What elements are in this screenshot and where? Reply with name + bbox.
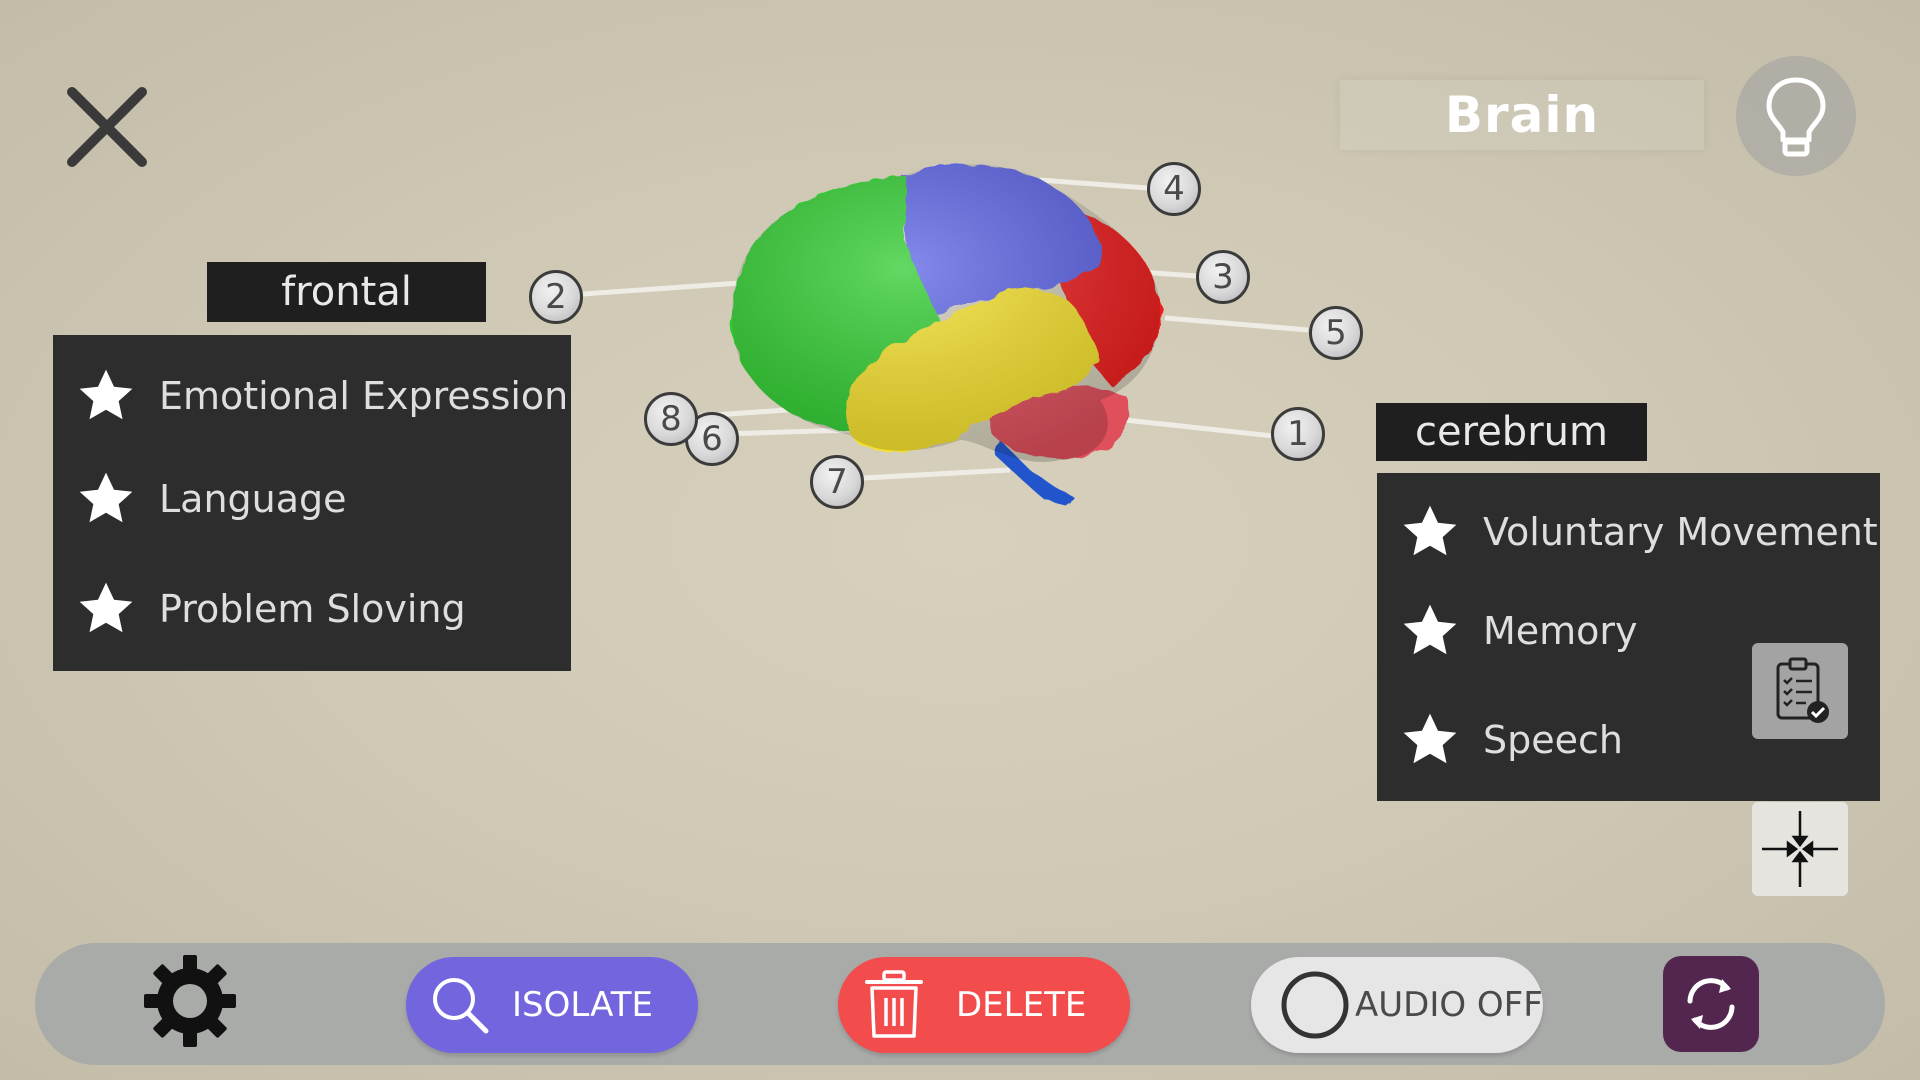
list-item: Memory (1399, 600, 1638, 662)
delete-label: DELETE (956, 985, 1087, 1025)
pin-3[interactable]: 3 (1196, 250, 1250, 304)
pin-8[interactable]: 8 (644, 392, 698, 446)
item-label: Language (159, 477, 347, 521)
trash-icon (865, 970, 923, 1038)
star-icon (1403, 713, 1457, 764)
rotate-button[interactable] (1663, 956, 1759, 1052)
list-item: Language (75, 468, 347, 530)
clipboard-button[interactable] (1752, 643, 1848, 739)
list-item: Speech (1399, 709, 1623, 771)
search-icon (433, 978, 489, 1034)
toggle-circle-icon (1281, 971, 1349, 1039)
list-item: Problem Sloving (75, 578, 466, 640)
frontal-info-panel: Emotional Expression Language Problem Sl… (53, 335, 571, 671)
isolate-label: ISOLATE (512, 985, 653, 1025)
pin-7[interactable]: 7 (810, 455, 864, 509)
compress-arrows-icon (1762, 811, 1838, 887)
star-icon (79, 369, 133, 420)
isolate-button[interactable]: ISOLATE (406, 957, 698, 1053)
settings-button[interactable] (140, 951, 240, 1051)
audio-label: AUDIO OFF (1355, 985, 1543, 1025)
delete-button[interactable]: DELETE (838, 957, 1130, 1053)
star-icon (1403, 505, 1457, 556)
star-icon (1403, 604, 1457, 655)
cerebrum-heading: cerebrum (1376, 403, 1647, 461)
gear-icon (144, 955, 236, 1047)
item-label: Speech (1483, 718, 1623, 762)
item-label: Memory (1483, 609, 1638, 653)
star-icon (79, 472, 133, 523)
pin-4[interactable]: 4 (1147, 162, 1201, 216)
star-icon (79, 582, 133, 633)
rotate-icon (1687, 978, 1735, 1030)
pin-1[interactable]: 1 (1271, 407, 1325, 461)
list-item: Voluntary Movement (1399, 501, 1878, 563)
list-item: Emotional Expression (75, 365, 568, 427)
audio-toggle[interactable]: AUDIO OFF (1251, 957, 1543, 1053)
frontal-heading: frontal (207, 262, 486, 322)
clipboard-check-icon (1776, 657, 1829, 723)
item-label: Problem Sloving (159, 587, 466, 631)
recenter-button[interactable] (1752, 802, 1848, 896)
item-label: Voluntary Movement (1483, 510, 1878, 554)
item-label: Emotional Expression (159, 374, 569, 418)
cerebrum-info-panel: Voluntary Movement Memory Speech (1377, 473, 1880, 801)
pin-5[interactable]: 5 (1309, 306, 1363, 360)
pin-2[interactable]: 2 (529, 270, 583, 324)
